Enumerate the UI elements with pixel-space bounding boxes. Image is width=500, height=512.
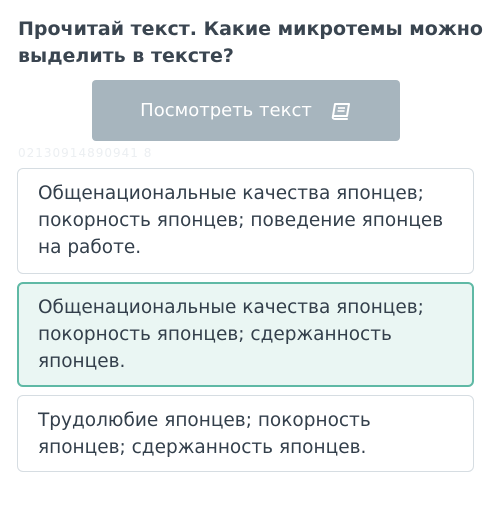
answer-option-1[interactable]: Общенациональные качества японцев; покор… — [17, 168, 474, 274]
book-icon — [330, 102, 352, 120]
watermark-code: 02130914890941 8 — [18, 146, 153, 160]
question-title: Прочитай текст. Какие микротемы можно вы… — [18, 18, 483, 67]
view-text-button[interactable]: Посмотреть текст — [92, 80, 400, 141]
answer-option-3[interactable]: Трудолюбие японцев; покорность японцев; … — [17, 395, 474, 472]
answer-list: Общенациональные качества японцев; покор… — [17, 168, 474, 472]
view-text-button-label: Посмотреть текст — [140, 100, 312, 121]
answer-option-2-selected[interactable]: Общенациональные качества японцев; покор… — [17, 282, 474, 387]
